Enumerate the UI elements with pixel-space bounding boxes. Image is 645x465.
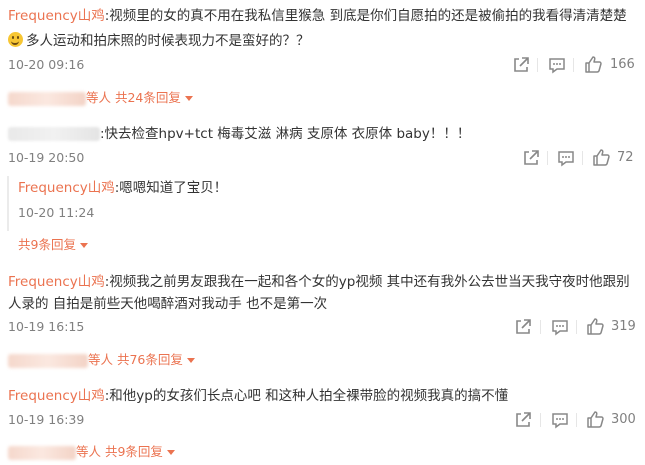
divider — [582, 151, 583, 165]
sub-reply-body: :嗯嗯知道了宝贝！ — [114, 180, 228, 196]
share-icon[interactable] — [514, 411, 532, 429]
replies-summary: 等人 共76条回复 — [88, 352, 183, 367]
replies-summary: 等人 共24条回复 — [86, 90, 181, 105]
like-count: 319 — [611, 319, 636, 334]
comment-body: :视频里的女的真不用在我私信里猴急 到底是你们自愿拍的还是被偷拍的我看得清清楚楚 — [104, 8, 627, 24]
view-replies-link[interactable]: 等人 共76条回复 — [8, 349, 195, 368]
replies-summary: 共9条回复 — [18, 237, 76, 252]
comment-text-line: Frequency山鸡:视频里的女的真不用在我私信里猴急 到底是你们自愿拍的还是… — [8, 6, 627, 26]
sub-reply-username[interactable]: Frequency山鸡 — [18, 180, 115, 196]
smile-emoji-icon — [8, 32, 23, 47]
comment-icon[interactable] — [548, 56, 566, 74]
divider — [576, 320, 577, 334]
like-count: 300 — [611, 412, 636, 427]
comment-body-cont: 人录的 自拍是前些天他喝醉酒对我动手 也不是第一次 — [8, 296, 328, 312]
thumbs-up-icon[interactable] — [586, 317, 605, 336]
comment-text-line: Frequency山鸡:和他yp的女孩们长点心吧 和这种人拍全裸带脸的视频我真的… — [8, 386, 508, 406]
divider — [537, 58, 538, 72]
blurred-avatar-names — [8, 91, 86, 106]
comment-username[interactable]: Frequency山鸡 — [8, 388, 105, 404]
triangle-down-icon — [79, 243, 88, 248]
comment-icon[interactable] — [557, 149, 575, 167]
view-replies-link[interactable]: 共9条回复 — [18, 234, 88, 253]
blurred-avatar-names — [8, 353, 88, 368]
comment-body: :和他yp的女孩们长点心吧 和这种人拍全裸带脸的视频我真的搞不懂 — [104, 388, 509, 404]
share-icon[interactable] — [522, 149, 540, 167]
comment-timestamp: 10-19 16:15 — [8, 319, 85, 334]
comment-text-line: 多人运动和拍床照的时候表现力不是蛮好的？？ — [8, 31, 310, 51]
comment-timestamp: 10-19 20:50 — [8, 150, 85, 165]
share-icon[interactable] — [512, 56, 530, 74]
comment-icon[interactable] — [551, 411, 569, 429]
sub-reply-text: Frequency山鸡:嗯嗯知道了宝贝！ — [18, 178, 227, 198]
blurred-avatar-names — [8, 445, 76, 460]
replies-summary: 等人 共9条回复 — [76, 444, 163, 459]
thumbs-up-icon[interactable] — [584, 55, 603, 74]
view-replies-link[interactable]: 等人 共24条回复 — [8, 87, 193, 106]
divider — [576, 413, 577, 427]
like-count: 72 — [617, 150, 634, 165]
comment-timestamp: 10-19 16:39 — [8, 412, 85, 427]
thumbs-up-icon[interactable] — [592, 148, 611, 167]
comment-username[interactable]: Frequency山鸡 — [8, 8, 105, 24]
comment-body-cont: 多人运动和拍床照的时候表现力不是蛮好的？？ — [26, 33, 310, 49]
share-icon[interactable] — [514, 318, 532, 336]
like-count: 166 — [610, 57, 635, 72]
comment-text-line: 人录的 自拍是前些天他喝醉酒对我动手 也不是第一次 — [8, 294, 327, 314]
blurred-username[interactable] — [8, 127, 100, 141]
comment-body: :快去检查hpv+tct 梅毒艾滋 淋病 支原体 衣原体 baby！！！ — [100, 126, 471, 142]
comment-text-line: Frequency山鸡:视频我之前男友跟我在一起和各个女的yp视频 其中还有我外… — [8, 272, 630, 292]
triangle-down-icon — [166, 450, 175, 455]
divider — [540, 320, 541, 334]
divider — [547, 151, 548, 165]
reply-indent-bar — [7, 176, 9, 231]
view-replies-link[interactable]: 等人 共9条回复 — [8, 441, 175, 460]
comment-text-line: :快去检查hpv+tct 梅毒艾滋 淋病 支原体 衣原体 baby！！！ — [8, 124, 470, 144]
comment-username[interactable]: Frequency山鸡 — [8, 274, 105, 290]
comment-body: :视频我之前男友跟我在一起和各个女的yp视频 其中还有我外公去世当天我守夜时他跟… — [104, 274, 630, 290]
sub-reply-timestamp: 10-20 11:24 — [18, 205, 95, 220]
divider — [540, 413, 541, 427]
triangle-down-icon — [184, 96, 193, 101]
thumbs-up-icon[interactable] — [586, 410, 605, 429]
comment-icon[interactable] — [551, 318, 569, 336]
triangle-down-icon — [186, 358, 195, 363]
comment-timestamp: 10-20 09:16 — [8, 57, 85, 72]
divider — [573, 58, 574, 72]
